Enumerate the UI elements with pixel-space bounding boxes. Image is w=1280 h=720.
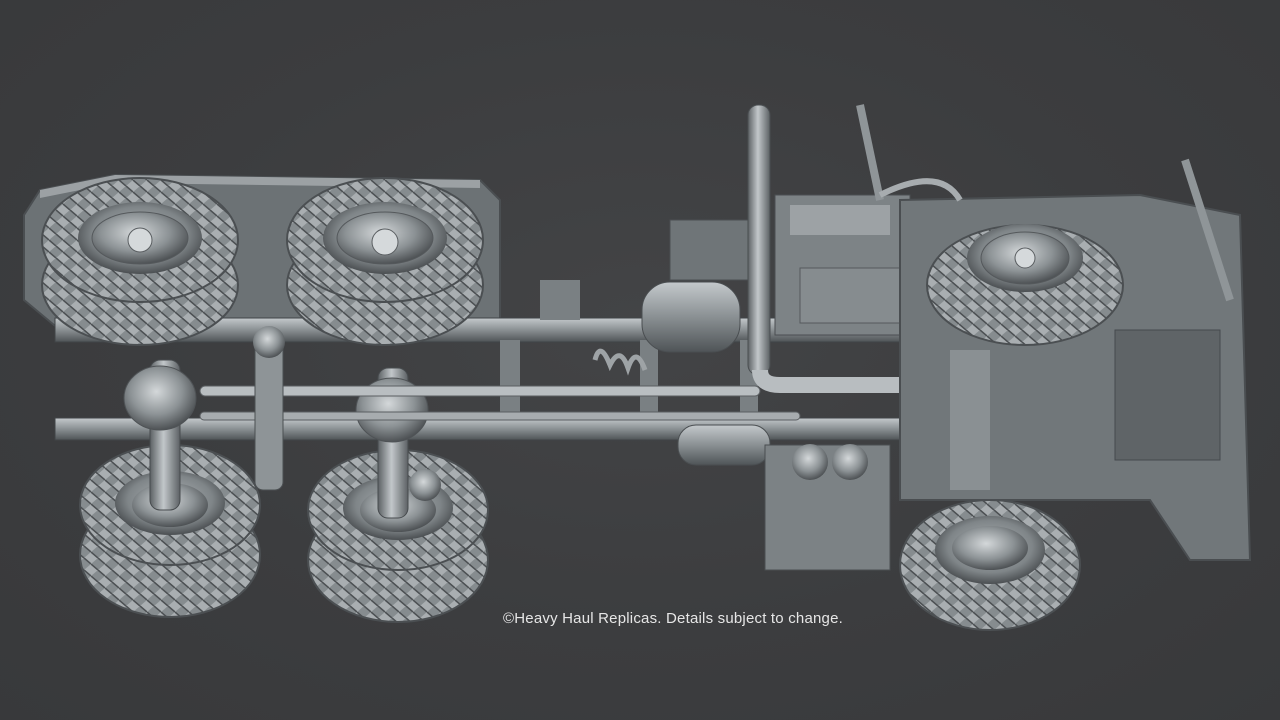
render-viewport: ©Heavy Haul Replicas. Details subject to… — [0, 0, 1280, 720]
battery-box — [774, 194, 911, 336]
front-tire-top — [926, 224, 1124, 346]
front-tire-bottom — [899, 499, 1081, 631]
lower-fuel-tank — [764, 444, 891, 571]
rear-tire-top-right — [286, 177, 484, 346]
rear-tire-top-left — [41, 177, 239, 346]
copyright-caption: ©Heavy Haul Replicas. Details subject to… — [503, 610, 843, 627]
